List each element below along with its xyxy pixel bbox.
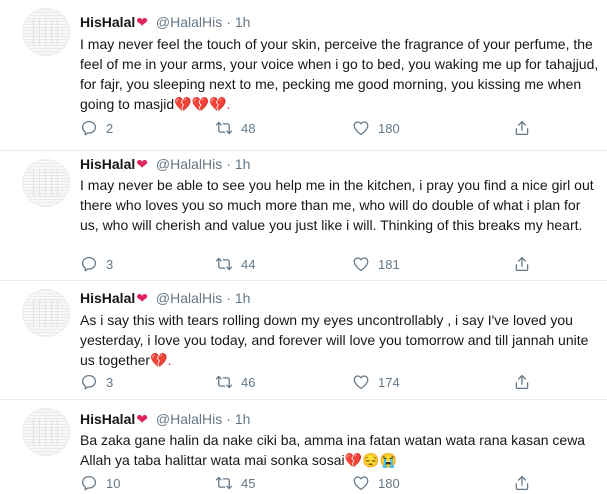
heart-icon [353, 257, 369, 272]
retweet-button[interactable]: 46 [215, 372, 255, 392]
user-handle[interactable]: @HalalHis [156, 156, 222, 172]
like-button[interactable]: 180 [352, 118, 400, 138]
like-count: 180 [378, 120, 400, 136]
tweet-text: Ba zaka gane halin da nake ciki ba, amma… [80, 430, 600, 470]
share-icon [515, 120, 529, 136]
retweet-icon [215, 476, 233, 490]
separator-dot: · [226, 290, 231, 306]
timestamp[interactable]: 1h [235, 14, 251, 30]
tweet-text: I may never be able to see you help me i… [80, 175, 600, 235]
tweet-header: HisHalal❤ @HalalHis · 1h [80, 289, 250, 307]
separator-dot: · [226, 156, 231, 172]
display-name[interactable]: HisHalal [80, 411, 135, 427]
share-button[interactable] [513, 118, 531, 138]
tweet-actions: 10 45 180 [80, 473, 530, 493]
share-icon [515, 374, 529, 390]
avatar[interactable] [22, 289, 70, 337]
reply-count: 2 [106, 120, 114, 136]
retweet-button[interactable]: 44 [215, 254, 255, 274]
display-name[interactable]: HisHalal [80, 290, 135, 306]
like-button[interactable]: 181 [352, 254, 400, 274]
like-count: 181 [378, 256, 400, 272]
tweet[interactable]: HisHalal❤ @HalalHis · 1h As i say this wit… [0, 281, 607, 400]
heart-emoji: ❤ [136, 156, 148, 172]
user-handle[interactable]: @HalalHis [156, 14, 222, 30]
reply-button[interactable]: 3 [80, 372, 113, 392]
reply-count: 3 [106, 256, 114, 272]
tweet[interactable]: HisHalal❤ @HalalHis · 1h Ba zaka gane hali… [0, 400, 607, 494]
share-icon [515, 256, 529, 272]
separator-dot: · [226, 411, 231, 427]
tweet-text: I may never feel the touch of your skin,… [80, 34, 600, 114]
heart-emoji: ❤ [136, 14, 148, 30]
share-icon [515, 475, 529, 491]
heart-icon [353, 375, 369, 390]
display-name[interactable]: HisHalal [80, 156, 135, 172]
timestamp[interactable]: 1h [235, 156, 251, 172]
heart-icon [353, 121, 369, 136]
reply-button[interactable]: 10 [80, 473, 120, 493]
timestamp[interactable]: 1h [235, 290, 251, 306]
like-button[interactable]: 180 [352, 473, 400, 493]
avatar[interactable] [22, 408, 70, 456]
tweet-body: I may never be able to see you help me i… [80, 177, 594, 233]
reply-icon [81, 256, 97, 272]
heart-emoji: ❤ [136, 411, 148, 427]
reply-icon [81, 475, 97, 491]
retweet-count: 44 [241, 256, 256, 272]
heart-emoji: ❤ [136, 290, 148, 306]
retweet-button[interactable]: 45 [215, 473, 255, 493]
reply-button[interactable]: 2 [80, 118, 113, 138]
timeline: HisHalal❤ @HalalHis · 1h I may never feel … [0, 0, 607, 494]
like-count: 174 [378, 374, 400, 390]
retweet-icon [215, 257, 233, 271]
tweet-header: HisHalal❤ @HalalHis · 1h [80, 13, 250, 31]
reply-count: 3 [106, 374, 114, 390]
retweet-icon [215, 121, 233, 135]
timestamp[interactable]: 1h [235, 411, 251, 427]
like-button[interactable]: 174 [352, 372, 400, 392]
retweet-count: 46 [241, 374, 256, 390]
like-count: 180 [378, 475, 400, 491]
retweet-icon [215, 375, 233, 389]
tweet-emoji: 💔😔😭 [344, 452, 397, 468]
tweet-actions: 3 44 181 [80, 254, 530, 274]
display-name[interactable]: HisHalal [80, 14, 135, 30]
tweet[interactable]: HisHalal❤ @HalalHis · 1h I may never feel … [0, 0, 607, 151]
reply-icon [81, 374, 97, 390]
user-handle[interactable]: @HalalHis [156, 290, 222, 306]
reply-count: 10 [106, 475, 121, 491]
tweet-header: HisHalal❤ @HalalHis · 1h [80, 155, 250, 173]
share-button[interactable] [513, 254, 531, 274]
separator-dot: · [226, 14, 231, 30]
tweet-body: Ba zaka gane halin da nake ciki ba, amma… [80, 432, 586, 468]
avatar[interactable] [22, 159, 70, 207]
retweet-count: 48 [241, 120, 256, 136]
reply-button[interactable]: 3 [80, 254, 113, 274]
reply-icon [81, 120, 97, 136]
share-button[interactable] [513, 372, 531, 392]
heart-icon [353, 476, 369, 491]
user-handle[interactable]: @HalalHis [156, 411, 222, 427]
tweet[interactable]: HisHalal❤ @HalalHis · 1h I may never be ab… [0, 151, 607, 281]
share-button[interactable] [513, 473, 531, 493]
tweet-emoji: 💔. [150, 352, 172, 368]
retweet-count: 45 [241, 475, 256, 491]
tweet-actions: 3 46 174 [80, 372, 530, 392]
tweet-text: As i say this with tears rolling down my… [80, 310, 600, 370]
avatar[interactable] [22, 8, 70, 56]
tweet-header: HisHalal❤ @HalalHis · 1h [80, 410, 250, 428]
tweet-emoji: 💔💔💔. [174, 96, 231, 112]
tweet-body: I may never feel the touch of your skin,… [80, 36, 599, 112]
tweet-actions: 2 48 180 [80, 118, 530, 138]
retweet-button[interactable]: 48 [215, 118, 255, 138]
